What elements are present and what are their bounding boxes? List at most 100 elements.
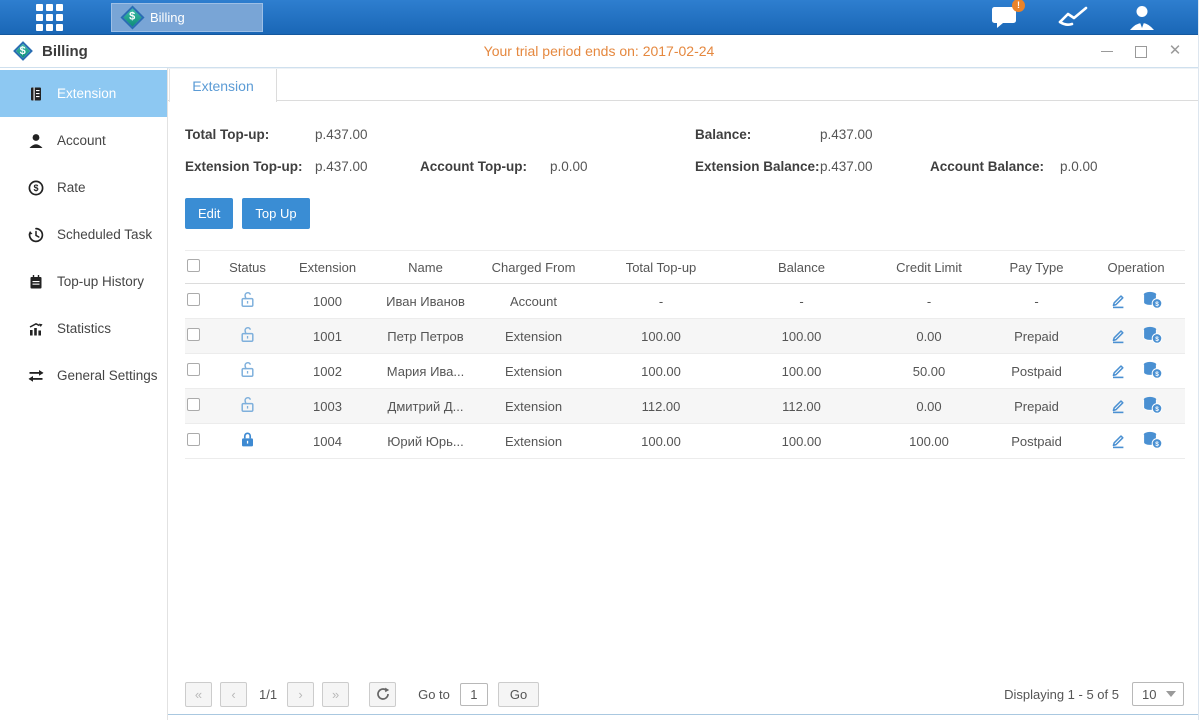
select-all-checkbox[interactable] (187, 259, 200, 272)
svg-text:$: $ (1155, 406, 1159, 413)
status-cell (215, 354, 280, 389)
chat-icon[interactable]: ! (991, 5, 1018, 29)
balance-cell: 112.00 (731, 389, 872, 424)
edit-pencil-icon[interactable] (1109, 326, 1127, 344)
extension-topup-value: p.437.00 (315, 159, 420, 174)
chevron-down-icon (1166, 691, 1176, 697)
billing-app-window: $ Billing ! (0, 0, 1199, 720)
goto-page-input[interactable] (460, 683, 488, 706)
topup-coins-icon[interactable]: $ (1142, 291, 1163, 309)
extension-balance-value: p.437.00 (820, 159, 930, 174)
table-header-row: Status Extension Name Charged From Total… (185, 251, 1185, 284)
sidebar-item-extension[interactable]: Extension (0, 70, 167, 117)
main-panel: Extension Total Top-up: p.437.00 Extensi… (168, 68, 1198, 720)
credit-limit-cell: - (872, 284, 986, 319)
table-row: 1000Иван ИвановAccount----$ (185, 284, 1185, 319)
page-size-select[interactable]: 10 (1132, 682, 1184, 706)
col-status: Status (215, 251, 280, 284)
svg-text:$: $ (1155, 301, 1159, 308)
status-cell (215, 319, 280, 354)
col-operation: Operation (1087, 251, 1185, 284)
topbar: $ Billing ! (0, 0, 1198, 35)
row-checkbox[interactable] (187, 398, 200, 411)
pay-type-cell: - (986, 284, 1087, 319)
pay-type-cell: Prepaid (986, 389, 1087, 424)
balance-cell: - (731, 284, 872, 319)
svg-text:$: $ (33, 183, 38, 193)
refresh-button[interactable] (369, 682, 396, 707)
extensions-table: Status Extension Name Charged From Total… (185, 250, 1185, 459)
row-checkbox[interactable] (187, 293, 200, 306)
prev-page-button[interactable]: ‹ (220, 682, 247, 707)
balance-label: Balance: (695, 127, 820, 142)
total-topup-cell: 100.00 (591, 319, 731, 354)
table-row: 1001Петр ПетровExtension100.00100.000.00… (185, 319, 1185, 354)
unlock-icon (239, 291, 256, 308)
next-page-button[interactable]: › (287, 682, 314, 707)
go-button[interactable]: Go (498, 682, 539, 707)
statistics-icon (28, 321, 44, 337)
topbar-tab-billing[interactable]: $ Billing (111, 3, 263, 32)
billing-diamond-icon: $ (13, 41, 33, 61)
status-cell (215, 389, 280, 424)
table-body: 1000Иван ИвановAccount----$1001Петр Петр… (185, 284, 1185, 459)
topup-coins-icon[interactable]: $ (1142, 326, 1163, 344)
minimize-icon[interactable] (1100, 44, 1114, 58)
sidebar-item-label: General Settings (57, 368, 158, 383)
extension-icon (28, 86, 44, 102)
credit-limit-cell: 100.00 (872, 424, 986, 459)
col-credit-limit: Credit Limit (872, 251, 986, 284)
tab-extension[interactable]: Extension (169, 69, 277, 102)
topup-coins-icon[interactable]: $ (1142, 361, 1163, 379)
pay-type-cell: Prepaid (986, 319, 1087, 354)
titlebar: $ Billing Your trial period ends on: 201… (0, 35, 1198, 68)
sidebar-item-account[interactable]: Account (0, 117, 167, 164)
topup-coins-icon[interactable]: $ (1142, 396, 1163, 414)
top-up-button[interactable]: Top Up (242, 198, 309, 229)
sidebar-item-topup-history[interactable]: Top-up History (0, 258, 167, 305)
last-page-button[interactable]: » (322, 682, 349, 707)
tab-strip: Extension (168, 68, 1198, 101)
maximize-icon[interactable] (1134, 44, 1148, 58)
credit-limit-cell: 0.00 (872, 389, 986, 424)
chart-icon[interactable] (1058, 5, 1088, 29)
edit-pencil-icon[interactable] (1109, 361, 1127, 379)
extension-topup-label: Extension Top-up: (185, 159, 315, 174)
total-topup-cell: - (591, 284, 731, 319)
edit-pencil-icon[interactable] (1109, 291, 1127, 309)
operation-cell: $ (1109, 431, 1163, 449)
total-topup-label: Total Top-up: (185, 127, 315, 142)
rate-icon: $ (28, 180, 44, 196)
extension-cell: 1002 (280, 354, 375, 389)
row-checkbox[interactable] (187, 363, 200, 376)
user-icon[interactable] (1128, 4, 1156, 30)
svg-text:$: $ (1155, 336, 1159, 343)
edit-pencil-icon[interactable] (1109, 431, 1127, 449)
sidebar-item-general-settings[interactable]: General Settings (0, 352, 167, 399)
first-page-button[interactable]: « (185, 682, 212, 707)
row-checkbox[interactable] (187, 433, 200, 446)
sidebar-item-label: Extension (57, 86, 116, 101)
credit-limit-cell: 50.00 (872, 354, 986, 389)
page-indicator: 1/1 (259, 687, 277, 702)
edit-pencil-icon[interactable] (1109, 396, 1127, 414)
topbar-tab-label: Billing (150, 10, 185, 25)
refresh-icon (376, 687, 390, 701)
sidebar-item-rate[interactable]: $ Rate (0, 164, 167, 211)
edit-button[interactable]: Edit (185, 198, 233, 229)
operation-cell: $ (1109, 291, 1163, 309)
extension-cell: 1000 (280, 284, 375, 319)
close-icon[interactable]: ✕ (1168, 44, 1182, 58)
pagination-bar: « ‹ 1/1 › » Go to Go Displaying 1 - 5 of… (185, 681, 1184, 707)
sidebar-item-scheduled-task[interactable]: Scheduled Task (0, 211, 167, 258)
operation-cell: $ (1109, 361, 1163, 379)
charged-from-cell: Extension (476, 319, 591, 354)
extension-cell: 1003 (280, 389, 375, 424)
topup-coins-icon[interactable]: $ (1142, 431, 1163, 449)
account-balance-value: p.0.00 (1060, 159, 1098, 174)
apps-grid-icon[interactable] (36, 4, 63, 31)
row-checkbox[interactable] (187, 328, 200, 341)
account-topup-value: p.0.00 (550, 159, 588, 174)
sidebar-item-statistics[interactable]: Statistics (0, 305, 167, 352)
status-cell (215, 424, 280, 459)
